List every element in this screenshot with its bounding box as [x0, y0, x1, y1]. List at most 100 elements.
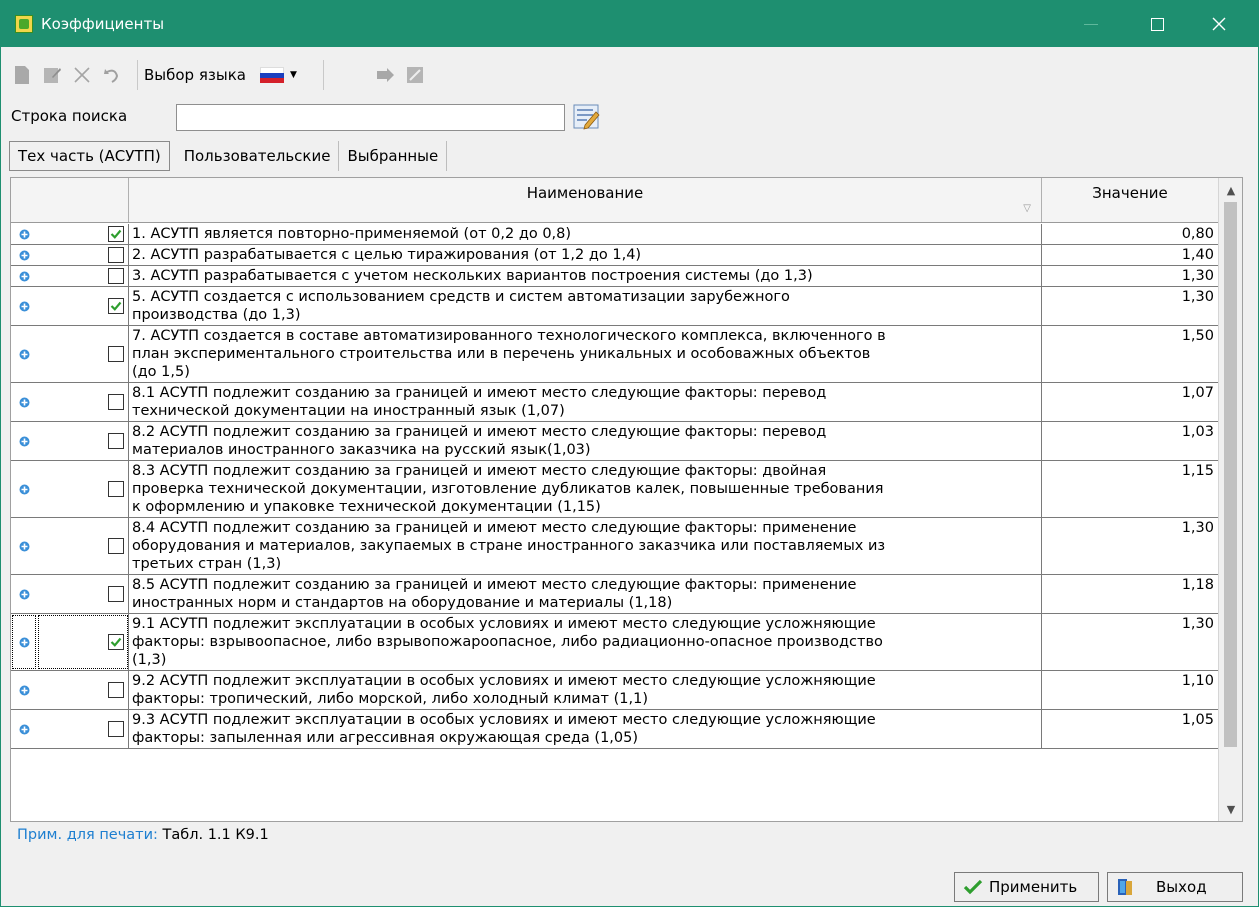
row-value[interactable]: 1,05	[1042, 710, 1218, 748]
tab-tech-part[interactable]: Тех часть (АСУТП)	[9, 141, 170, 171]
title-bar[interactable]: Коэффициенты	[1, 1, 1258, 47]
tab-custom[interactable]: Пользовательские	[176, 141, 340, 171]
row-value[interactable]: 1,10	[1042, 671, 1218, 709]
scroll-up-icon[interactable]: ▲	[1219, 180, 1242, 200]
row-value[interactable]: 1,30	[1042, 518, 1218, 574]
row-value[interactable]: 1,30	[1042, 614, 1218, 670]
row-value[interactable]: 1,18	[1042, 575, 1218, 613]
table-row[interactable]: 8.5 АСУТП подлежит созданию за границей …	[11, 575, 1218, 614]
undo-icon[interactable]	[101, 64, 123, 86]
row-name: 3. АСУТП разрабатывается с учетом нескол…	[129, 266, 1042, 286]
row-checkbox-cell	[37, 575, 129, 613]
row-value[interactable]: 1,30	[1042, 287, 1218, 325]
row-plus-icon[interactable]	[11, 461, 37, 517]
table-row[interactable]: 9.3 АСУТП подлежит эксплуатации в особых…	[11, 710, 1218, 749]
row-checkbox[interactable]	[108, 346, 124, 362]
row-name: 8.3 АСУТП подлежит созданию за границей …	[129, 461, 1042, 517]
header-value[interactable]: Значение	[1042, 178, 1218, 222]
row-checkbox[interactable]	[108, 226, 124, 242]
row-name: 2. АСУТП разрабатывается с целью тиражир…	[129, 245, 1042, 265]
russian-flag-icon[interactable]	[259, 67, 284, 83]
minimize-icon	[1084, 23, 1098, 25]
row-plus-icon[interactable]	[11, 575, 37, 613]
row-plus-icon[interactable]	[11, 422, 37, 460]
row-checkbox[interactable]	[108, 721, 124, 737]
maximize-button[interactable]	[1133, 1, 1181, 47]
exit-button-label: Выход	[1156, 878, 1207, 896]
tab-selected[interactable]: Выбранные	[339, 141, 448, 171]
row-checkbox-cell	[37, 245, 129, 265]
row-checkbox[interactable]	[108, 394, 124, 410]
row-value[interactable]: 1,07	[1042, 383, 1218, 421]
import-icon[interactable]	[374, 64, 396, 86]
print-note: Прим. для печати: Табл. 1.1 К9.1	[17, 827, 269, 843]
row-value[interactable]: 1,50	[1042, 326, 1218, 382]
row-plus-icon[interactable]	[11, 383, 37, 421]
header-name[interactable]: Наименование ▽	[129, 178, 1042, 222]
row-plus-icon[interactable]	[11, 224, 37, 244]
row-plus-icon[interactable]	[11, 614, 37, 670]
row-plus-icon[interactable]	[11, 671, 37, 709]
search-input[interactable]	[176, 104, 565, 131]
search-label: Строка поиска	[11, 107, 128, 125]
vertical-scrollbar[interactable]: ▲ ▼	[1218, 178, 1242, 821]
row-plus-icon[interactable]	[11, 326, 37, 382]
row-checkbox[interactable]	[108, 586, 124, 602]
chevron-down-icon[interactable]: ▼	[290, 70, 297, 80]
search-button[interactable]	[573, 104, 601, 130]
check-icon	[110, 637, 122, 647]
row-value[interactable]: 1,15	[1042, 461, 1218, 517]
row-checkbox[interactable]	[108, 433, 124, 449]
row-checkbox[interactable]	[108, 634, 124, 650]
row-name: 9.3 АСУТП подлежит эксплуатации в особых…	[129, 710, 1042, 748]
row-checkbox[interactable]	[108, 538, 124, 554]
row-value[interactable]: 1,03	[1042, 422, 1218, 460]
row-checkbox[interactable]	[108, 268, 124, 284]
scroll-thumb[interactable]	[1224, 202, 1237, 747]
checkmark-icon	[963, 879, 983, 895]
close-button[interactable]	[1195, 1, 1243, 47]
header-name-label: Наименование	[526, 184, 644, 202]
scroll-down-icon[interactable]: ▼	[1219, 799, 1242, 819]
table-row[interactable]: 8.4 АСУТП подлежит созданию за границей …	[11, 518, 1218, 575]
table-row[interactable]: 2. АСУТП разрабатывается с целью тиражир…	[11, 245, 1218, 266]
edit-record-icon[interactable]	[41, 64, 63, 86]
check-icon	[110, 301, 122, 311]
table-row[interactable]: 8.1 АСУТП подлежит созданию за границей …	[11, 383, 1218, 422]
new-record-icon[interactable]	[11, 64, 33, 86]
header-selector[interactable]	[11, 178, 129, 222]
row-checkbox[interactable]	[108, 298, 124, 314]
delete-icon[interactable]	[71, 64, 93, 86]
row-value[interactable]: 1,30	[1042, 266, 1218, 286]
print-note-value: Табл. 1.1 К9.1	[162, 827, 269, 843]
row-checkbox[interactable]	[108, 682, 124, 698]
grid-header: Наименование ▽ Значение	[11, 178, 1218, 223]
table-row[interactable]: 5. АСУТП создается с использованием сред…	[11, 287, 1218, 326]
row-checkbox[interactable]	[108, 481, 124, 497]
row-name: 1. АСУТП является повторно-применяемой (…	[129, 224, 1042, 244]
row-name: 9.1 АСУТП подлежит эксплуатации в особых…	[129, 614, 1042, 670]
export-icon[interactable]	[404, 64, 426, 86]
row-checkbox[interactable]	[108, 247, 124, 263]
table-row[interactable]: 9.1 АСУТП подлежит эксплуатации в особых…	[11, 614, 1218, 671]
row-plus-icon[interactable]	[11, 518, 37, 574]
minimize-button[interactable]	[1067, 1, 1115, 47]
apply-button[interactable]: Применить	[954, 872, 1099, 902]
row-value[interactable]: 0,80	[1042, 224, 1218, 244]
row-plus-icon[interactable]	[11, 266, 37, 286]
row-plus-icon[interactable]	[11, 245, 37, 265]
row-value[interactable]: 1,40	[1042, 245, 1218, 265]
header-value-label: Значение	[1092, 184, 1168, 202]
table-row[interactable]: 8.3 АСУТП подлежит созданию за границей …	[11, 461, 1218, 518]
table-row[interactable]: 1. АСУТП является повторно-применяемой (…	[11, 224, 1218, 245]
exit-button[interactable]: Выход	[1107, 872, 1243, 902]
exit-door-icon	[1116, 877, 1136, 897]
table-row[interactable]: 8.2 АСУТП подлежит созданию за границей …	[11, 422, 1218, 461]
row-plus-icon[interactable]	[11, 287, 37, 325]
row-checkbox-cell	[37, 224, 129, 244]
table-row[interactable]: 3. АСУТП разрабатывается с учетом нескол…	[11, 266, 1218, 287]
row-plus-icon[interactable]	[11, 710, 37, 748]
table-row[interactable]: 9.2 АСУТП подлежит эксплуатации в особых…	[11, 671, 1218, 710]
table-row[interactable]: 7. АСУТП создается в составе автоматизир…	[11, 326, 1218, 383]
row-checkbox-cell	[37, 518, 129, 574]
